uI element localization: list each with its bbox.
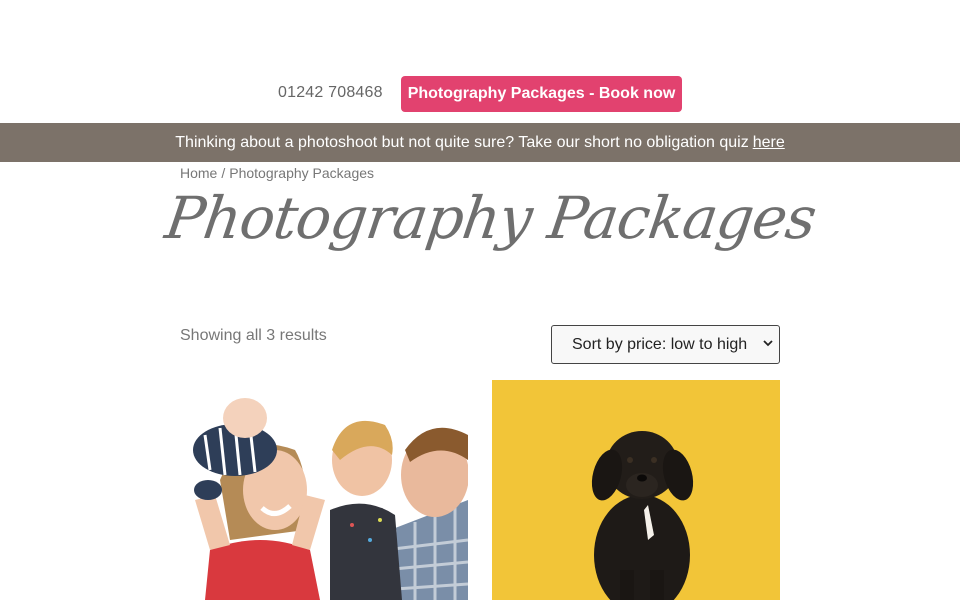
family-photo bbox=[180, 380, 468, 600]
breadcrumb: Home / Photography Packages bbox=[180, 165, 374, 181]
quiz-banner: Thinking about a photoshoot but not quit… bbox=[0, 123, 960, 162]
breadcrumb-current: Photography Packages bbox=[229, 165, 375, 181]
page-title: Photography Packages bbox=[161, 184, 820, 252]
dog-photo bbox=[492, 380, 780, 600]
sort-selected-value: Sort by price: low to high bbox=[572, 335, 748, 353]
breadcrumb-separator: / bbox=[221, 165, 226, 181]
product-card-family[interactable] bbox=[180, 380, 468, 600]
result-count: Showing all 3 results bbox=[180, 327, 327, 344]
product-card-dog[interactable] bbox=[492, 380, 780, 600]
chevron-down-icon bbox=[763, 340, 773, 347]
phone-link[interactable]: 01242 708468 bbox=[278, 84, 383, 102]
quiz-link[interactable]: here bbox=[753, 134, 785, 152]
book-now-button[interactable]: Photography Packages - Book now bbox=[401, 76, 682, 112]
sort-select[interactable]: Sort by price: low to high bbox=[551, 325, 780, 364]
banner-text: Thinking about a photoshoot but not quit… bbox=[175, 133, 749, 151]
site-header: 01242 708468 Photography Packages - Book… bbox=[0, 0, 960, 123]
breadcrumb-home[interactable]: Home bbox=[180, 165, 217, 181]
